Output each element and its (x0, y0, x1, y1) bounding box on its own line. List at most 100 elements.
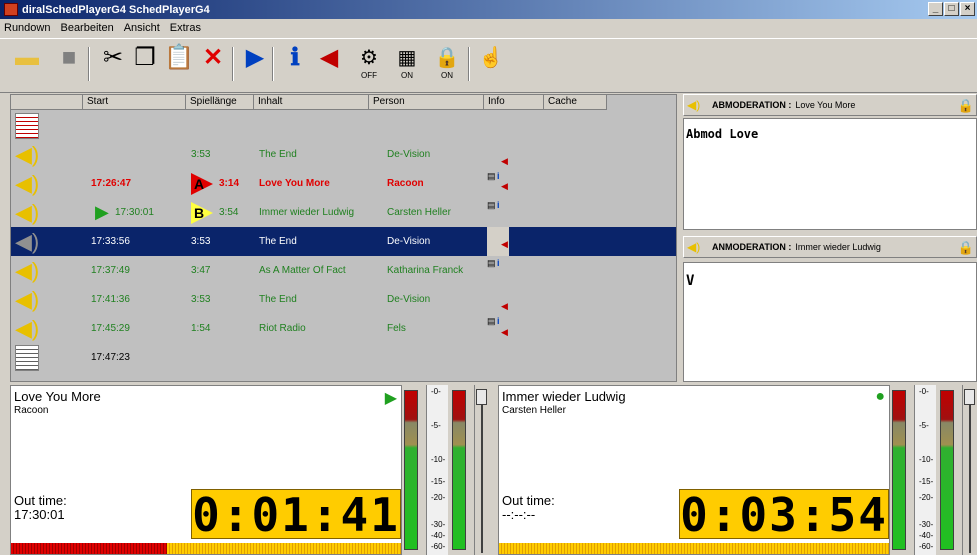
col-length[interactable]: Spiellänge (186, 95, 254, 110)
menu-bar: Rundown Bearbeiten Ansicht Extras (0, 19, 977, 37)
hand-button[interactable]: ☝ (474, 43, 508, 83)
anmoderation-header: ◀) ANMODERATION : Immer wieder Ludwig 🔒 (683, 236, 977, 258)
copy-button[interactable]: ❐ (128, 43, 162, 83)
maximize-button[interactable]: □ (944, 2, 959, 16)
hand-icon: ☝ (478, 47, 504, 69)
col-content[interactable]: Inhalt (254, 95, 369, 110)
col-start[interactable]: Start (83, 95, 186, 110)
db-scale: -0- -5- -10- -15- -20- -30- -40- -60- (914, 385, 936, 555)
megaphone-icon: ◀ (501, 301, 508, 311)
doc-icon: ▤ (487, 258, 496, 268)
level-meter-1b (448, 385, 488, 555)
speaker-doc-icon: ◀) (687, 98, 701, 112)
paste-button[interactable]: 📋 (162, 43, 196, 83)
player-1[interactable]: Love You More Racoon ▶ Out time: 17:30:01… (10, 385, 402, 555)
table-row[interactable]: ◀) 3:53 The End De-Vision ◀ (11, 140, 676, 169)
speaker-icon: ◀) (15, 258, 40, 283)
auto-off-button[interactable]: ⚙ OFF (352, 43, 386, 83)
table-row[interactable]: ◀) ▶ 17:30:01 B 3:54 Immer wieder Ludwig… (11, 198, 676, 227)
play-icon: ▶ (95, 202, 109, 222)
megaphone-icon: ◀ (319, 44, 339, 71)
title-bar: diralSchedPlayerG4 SchedPlayerG4 _ □ × (0, 0, 977, 19)
lock-on-button[interactable]: 🔒 ON (430, 43, 464, 83)
countdown-clock: 0:03:54 (679, 488, 889, 542)
close-button[interactable]: × (960, 2, 975, 16)
auto-on-button[interactable]: ▦ ON (390, 43, 424, 83)
speaker-icon: ◀) (15, 200, 40, 225)
speaker-icon: ◀) (15, 316, 40, 341)
table-row[interactable]: ◀) 17:41:36 3:53 The End De-Vision ◀ (11, 285, 676, 314)
play-status-icon: ▶ (384, 390, 397, 407)
speaker-doc-icon: ◀) (687, 240, 701, 254)
delete-button[interactable]: ✕ (196, 43, 230, 83)
delete-x-icon: ✕ (202, 44, 224, 71)
out-time-label: Out time: --:--:-- (502, 493, 555, 522)
megaphone-icon: ◀ (501, 327, 508, 337)
speaker-icon: ◀) (15, 287, 40, 312)
copy-icon: ❐ (134, 44, 156, 71)
marker-button[interactable]: ◀ (312, 43, 346, 83)
table-row[interactable]: ◀) 17:45:29 1:54 Riot Radio Fels ▤ i ◀ (11, 314, 676, 343)
info-icon: i (497, 171, 500, 181)
level-meter-1: -0- -5- -10- -15- -20- -30- -40- -60- (402, 385, 448, 555)
player-artist: Racoon (14, 405, 49, 416)
robot-icon: ⚙ (360, 47, 378, 69)
marker-b-icon: B (191, 202, 213, 224)
table-row[interactable] (11, 111, 676, 140)
menu-ansicht[interactable]: Ansicht (124, 22, 160, 34)
abmoderation-text[interactable]: Abmod Love (683, 118, 977, 230)
ready-status-icon: ● (875, 388, 885, 405)
abmoderation-header: ◀) ABMODERATION : Love You More 🔒 (683, 94, 977, 116)
cut-button[interactable]: ✂ (96, 43, 130, 83)
play-icon: ▶ (245, 44, 265, 71)
lock-icon[interactable]: 🔒 (958, 240, 974, 256)
megaphone-icon: ◀ (501, 181, 508, 191)
info-icon: i (497, 258, 500, 268)
app-icon (4, 3, 18, 16)
volume-slider-2[interactable] (962, 385, 976, 555)
marker-a-icon: A (191, 173, 213, 195)
table-row[interactable]: 17:47:23 (11, 343, 676, 372)
player-title: Love You More (14, 389, 101, 404)
megaphone-icon: ◀ (501, 239, 508, 249)
open-folder-button[interactable]: ▬ (10, 43, 44, 83)
player-title: Immer wieder Ludwig (502, 389, 626, 404)
progress-track (499, 543, 889, 554)
out-time-label: Out time: 17:30:01 (14, 493, 67, 522)
info-icon: ℹ (290, 44, 300, 71)
rundown-grid[interactable]: Start Spiellänge Inhalt Person Info Cach… (10, 94, 677, 382)
document-icon (15, 113, 39, 139)
doc-icon: ▤ (487, 171, 496, 181)
play-button[interactable]: ▶ (238, 43, 272, 83)
menu-extras[interactable]: Extras (170, 22, 201, 34)
table-row-selected[interactable]: ◀) 17:33:56 3:53 The End De-Vision ◀ (11, 227, 676, 256)
minimize-button[interactable]: _ (928, 2, 943, 16)
paste-icon: 📋 (164, 44, 194, 71)
folder-icon: ▬ (15, 44, 39, 71)
menu-rundown[interactable]: Rundown (4, 22, 50, 34)
save-button[interactable]: ■ (52, 43, 86, 83)
doc-icon: ▤ (487, 316, 496, 326)
col-person[interactable]: Person (369, 95, 484, 110)
player-2[interactable]: Immer wieder Ludwig Carsten Heller ● Out… (498, 385, 890, 555)
volume-slider-1[interactable] (474, 385, 488, 555)
info-icon: i (497, 200, 500, 210)
disk-icon: ■ (61, 44, 77, 71)
db-scale: -0- -5- -10- -15- -20- -30- -40- -60- (426, 385, 448, 555)
speaker-icon: ◀) (15, 171, 40, 196)
col-info[interactable]: Info (484, 95, 544, 110)
level-meter-2: -0- -5- -10- -15- -20- -30- -40- -60- (890, 385, 936, 555)
col-cache[interactable]: Cache (544, 95, 607, 110)
progress-fill (11, 543, 167, 554)
megaphone-icon: ◀ (501, 156, 508, 166)
scissors-icon: ✂ (102, 44, 124, 71)
table-row[interactable]: ◀) 17:37:49 3:47 As A Matter Of Fact Kat… (11, 256, 676, 285)
table-row[interactable]: ◀) 17:26:47 A 3:14 Love You More Racoon … (11, 169, 676, 198)
anmoderation-text[interactable]: V (683, 262, 977, 382)
doc-icon: ▤ (487, 200, 496, 210)
grid-icon: ▦ (397, 47, 417, 69)
info-button[interactable]: ℹ (278, 43, 312, 83)
lock-icon: 🔒 (434, 47, 460, 69)
lock-icon[interactable]: 🔒 (958, 98, 974, 114)
menu-bearbeiten[interactable]: Bearbeiten (60, 22, 113, 34)
